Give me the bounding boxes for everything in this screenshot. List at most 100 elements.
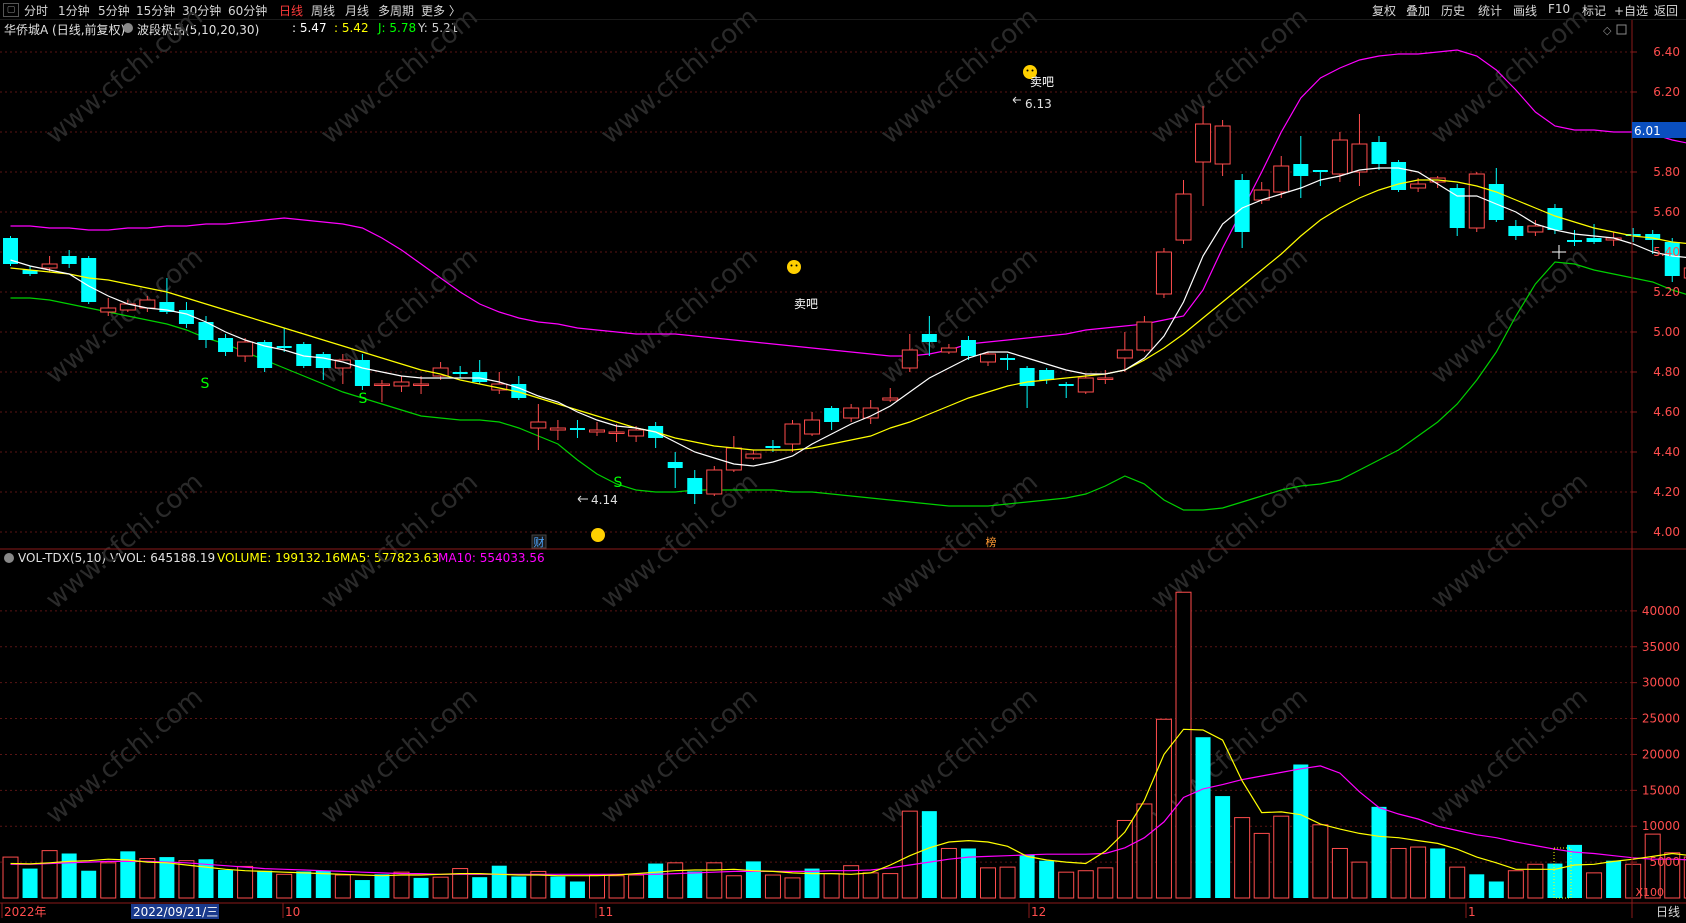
candle-body: [1371, 142, 1387, 164]
sell-face-eye: [1031, 69, 1034, 72]
volume-bar: [1449, 866, 1466, 899]
vol-tick-1: 35000: [1642, 640, 1680, 654]
volume-bar: [1351, 861, 1368, 899]
candle-body: [61, 256, 77, 264]
candle-body: [1000, 358, 1016, 360]
low-arrow: [577, 495, 588, 503]
candle-body: [1567, 240, 1582, 242]
volume-bar: [862, 872, 879, 899]
candle-body: [237, 341, 254, 357]
watermarks: www.cfchi.com www.cfchi.com www.cfchi.com w…: [40, 2, 1594, 830]
volume-bar: [1253, 832, 1270, 899]
vol-tick-4: 20000: [1642, 747, 1680, 761]
candle-body: [667, 462, 683, 468]
candle-body: [81, 258, 97, 302]
price-tick-10: 4.40: [1653, 445, 1680, 459]
candle-body: [804, 419, 821, 435]
volume-bar: [61, 853, 77, 898]
volume-bar: [667, 862, 684, 899]
volume-bar: [569, 881, 585, 898]
candle-body: [1116, 349, 1133, 359]
volume-bar: [550, 876, 566, 898]
candle-body: [784, 423, 801, 445]
candle-body: [745, 453, 762, 459]
volume-bar: [218, 870, 234, 898]
candle-body: [589, 429, 605, 433]
volume-bar: [139, 858, 156, 899]
candle-body: [393, 381, 410, 387]
volume-bar: [687, 871, 703, 898]
watermark-23: www.cfchi.com: [1425, 682, 1594, 830]
current-price-label: 6.01: [1634, 124, 1661, 138]
watermark-13: www.cfchi.com: [315, 467, 484, 615]
volume-bar: [276, 873, 293, 899]
date-label-2: 11: [598, 905, 613, 919]
watermark-1: www.cfchi.com: [315, 2, 484, 150]
volume-bar: [296, 871, 312, 898]
volume-bar: [1586, 872, 1603, 899]
event-bang: 榜: [986, 535, 997, 549]
candle-body: [725, 447, 742, 471]
price-tick-4: 5.60: [1653, 205, 1680, 219]
watermark-2: www.cfchi.com: [595, 2, 764, 150]
price-tick-3: 5.80: [1653, 165, 1680, 179]
date-label-3: 12: [1031, 905, 1046, 919]
sell-face-eye: [795, 264, 798, 267]
candle-body: [1449, 188, 1465, 228]
candle-body: [1468, 173, 1485, 229]
volume-bar: [628, 874, 645, 899]
cursor-date-label: 2022/09/21/三: [133, 905, 218, 919]
candle-body: [1586, 238, 1602, 242]
volume-bar: [1077, 870, 1094, 899]
candle-body: [882, 397, 899, 401]
volume-bar: [1430, 848, 1446, 898]
candle-body: [1312, 170, 1328, 172]
watermark-15: www.cfchi.com: [875, 467, 1044, 615]
volume-bar: [784, 877, 801, 899]
sell-text-1: 卖吧: [1030, 75, 1054, 89]
volume-bar: [22, 868, 38, 898]
candle-body: [413, 383, 430, 386]
stock-chart[interactable]: www.cfchi.com www.cfchi.com www.cfchi.com w…: [0, 0, 1686, 923]
volume-bar: [725, 875, 742, 899]
volume-bar: [41, 850, 58, 899]
volume-bar: [178, 860, 195, 899]
candle-body: [530, 421, 547, 429]
sell-face-eye: [1026, 69, 1029, 72]
candle-body: [41, 263, 58, 269]
volume-bar: [1039, 860, 1055, 898]
volume-bar: [1488, 881, 1504, 898]
sell-face-eye: [790, 264, 793, 267]
price-tick-1: 6.20: [1653, 85, 1680, 99]
vol-tick-7: 5000: [1649, 855, 1680, 869]
candle-body: [960, 340, 976, 356]
high-arrow: [1012, 96, 1021, 104]
volume-bar: [354, 880, 370, 898]
volume-bar: [980, 867, 996, 899]
price-tick-11: 4.20: [1653, 485, 1680, 499]
candle-body: [940, 347, 957, 353]
watermark-18: www.cfchi.com: [40, 682, 209, 830]
vol-tick-0: 40000: [1642, 604, 1680, 618]
volume-bar: [901, 810, 918, 899]
band-upper-line: [10, 49, 1686, 357]
candle-body: [569, 428, 585, 430]
sell-face-icon: [787, 260, 801, 274]
candle-body: [843, 407, 860, 419]
candle-body: [178, 310, 194, 324]
price-tick-6: 5.20: [1653, 285, 1680, 299]
candle-body: [901, 349, 918, 369]
candle-body: [765, 446, 781, 448]
vol-tick-2: 30000: [1642, 676, 1680, 690]
volume-bar: [315, 870, 331, 898]
volume-bar: [960, 848, 976, 898]
volume-bar: [706, 862, 723, 899]
volume-bar: [882, 873, 899, 899]
volume-bar: [511, 876, 527, 898]
watermark-16: www.cfchi.com: [1145, 467, 1314, 615]
candle-body: [608, 431, 625, 434]
volume-bar: [472, 877, 488, 898]
volume-bar: [100, 862, 117, 899]
volume-bar: [1390, 847, 1407, 899]
candle-body: [100, 307, 117, 313]
